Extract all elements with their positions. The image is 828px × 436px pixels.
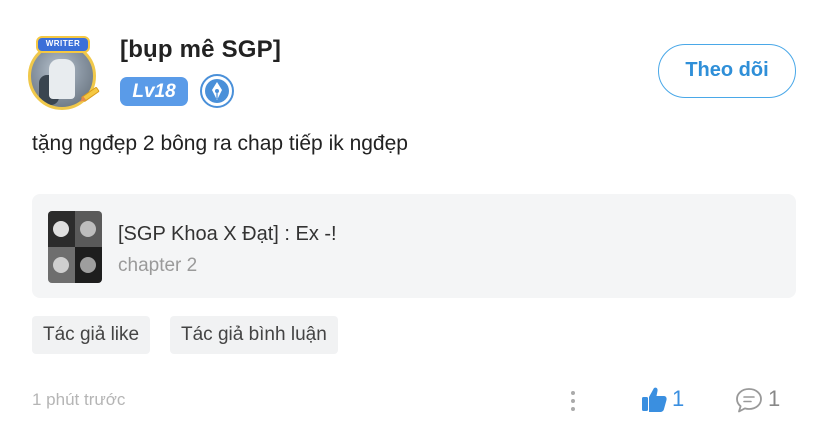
writer-ribbon: WRITER [36, 36, 90, 53]
pen-nib-icon [200, 74, 234, 108]
username[interactable]: [bụp mê SGP] [120, 36, 281, 64]
story-chapter: chapter 2 [118, 255, 198, 276]
tag-author-liked: Tác giả like [32, 316, 151, 354]
comment-text: tặng ngđẹp 2 bông ra chap tiếp ik ngđẹp [32, 132, 408, 155]
pencil-icon [80, 87, 100, 102]
tag-author-commented: Tác giả bình luận [170, 316, 338, 354]
story-thumbnail [48, 211, 102, 283]
timestamp: 1 phút trước [32, 390, 126, 409]
story-title: [SGP Khoa X Đạt] : Ex -! [118, 223, 337, 245]
avatar[interactable]: WRITER [24, 36, 102, 114]
level-badge: Lv18 [120, 77, 188, 106]
follow-button[interactable]: Theo dõi [658, 44, 796, 98]
like-count: 1 [672, 386, 685, 411]
more-vertical-icon[interactable] [563, 388, 583, 414]
speech-bubble-icon[interactable] [734, 384, 764, 416]
story-card[interactable]: [SGP Khoa X Đạt] : Ex -! chapter 2 [32, 194, 796, 298]
thumbs-up-icon[interactable] [640, 384, 668, 416]
reply-count: 1 [768, 386, 781, 411]
